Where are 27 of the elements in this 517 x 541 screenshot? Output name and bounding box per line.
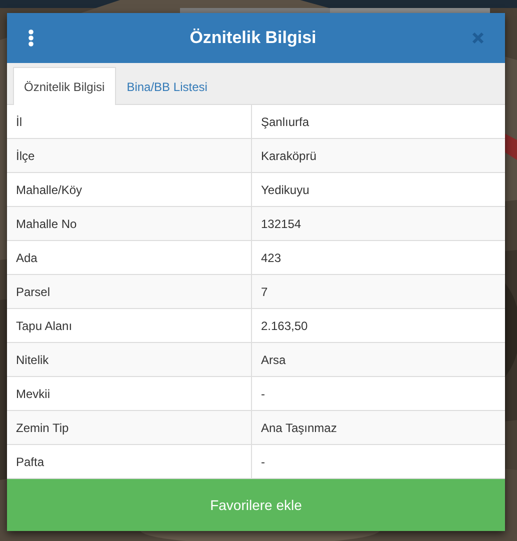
table-cell-text: Ana Taşınmaz: [260, 420, 338, 436]
table-cell: Parsel: [7, 275, 252, 308]
table-cell: Mahalle No: [7, 207, 252, 240]
table-cell-text: -: [260, 454, 266, 470]
table-cell: Pafta: [7, 445, 252, 478]
table-cell-text: -: [260, 386, 266, 402]
tab[interactable]: Öznitelik Bilgisi: [13, 67, 116, 105]
table-cell: Nitelik: [7, 343, 252, 376]
table-cell: Mevkii: [7, 377, 252, 410]
table-cell: İlçe: [7, 139, 252, 172]
table-cell-text: 2.163,50: [260, 318, 309, 334]
table-cell-text: 423: [260, 250, 282, 266]
table-cell: Ada: [7, 241, 252, 274]
table-cell-text: Yedikuyu: [260, 182, 310, 198]
table-cell: Zemin Tip: [7, 411, 252, 444]
tab[interactable]: Bina/BB Listesi: [116, 67, 218, 105]
table-cell-text: 132154: [260, 216, 302, 232]
table-cell: Tapu Alanı: [7, 309, 252, 342]
table-cell-text: Şanlıurfa: [260, 114, 310, 130]
menu-icon[interactable]: [27, 28, 35, 48]
table-cell: Mahalle/Köy: [7, 173, 252, 206]
table-cell-text: Karaköprü: [260, 148, 318, 164]
table-cell-text: Arsa: [260, 352, 287, 368]
table-cell-text: 7: [260, 284, 269, 300]
dialog-title: Öznitelik Bilgisi: [188, 28, 318, 48]
add-favorites-button[interactable]: Favorilere ekle: [7, 479, 505, 531]
table-cell: İl: [7, 105, 252, 138]
